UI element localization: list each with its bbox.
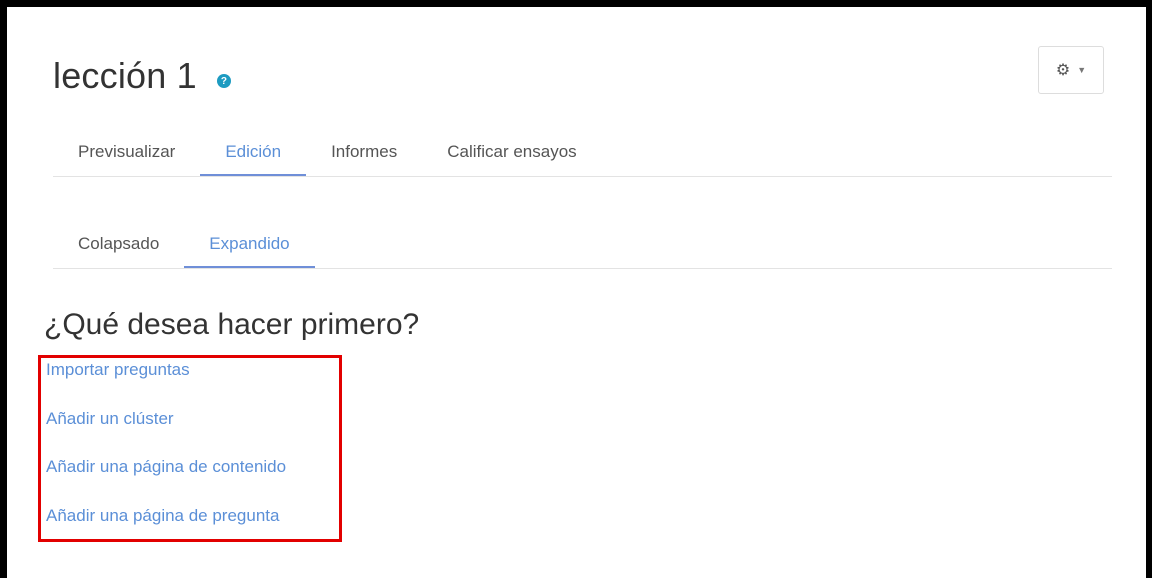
add-cluster-link[interactable]: Añadir un clúster	[46, 409, 174, 429]
page-title: lección 1	[53, 55, 197, 96]
caret-down-icon: ▼	[1077, 65, 1087, 75]
tab-expandido[interactable]: Expandido	[184, 220, 315, 268]
title-row: lección 1 ?	[53, 55, 231, 97]
tab-calificar-ensayos[interactable]: Calificar ensayos	[422, 128, 601, 175]
primary-tabs: Previsualizar Edición Informes Calificar…	[53, 128, 1112, 177]
section-heading: ¿Qué desea hacer primero?	[44, 308, 420, 341]
settings-menu-button[interactable]: ⚙ ▼	[1038, 46, 1104, 94]
tab-previsualizar[interactable]: Previsualizar	[53, 128, 200, 175]
add-question-page-link[interactable]: Añadir una página de pregunta	[46, 506, 279, 526]
gear-icon: ⚙	[1055, 62, 1071, 79]
secondary-tabs: Colapsado Expandido	[53, 220, 1112, 269]
tab-colapsado[interactable]: Colapsado	[53, 220, 184, 267]
add-content-page-link[interactable]: Añadir una página de contenido	[46, 457, 286, 477]
import-questions-link[interactable]: Importar preguntas	[46, 360, 190, 380]
page-panel: lección 1 ? ⚙ ▼ Previsualizar Edición In…	[7, 7, 1146, 578]
tab-edicion[interactable]: Edición	[200, 128, 306, 176]
question-circle-icon[interactable]: ?	[216, 74, 231, 88]
tab-informes[interactable]: Informes	[306, 128, 422, 175]
